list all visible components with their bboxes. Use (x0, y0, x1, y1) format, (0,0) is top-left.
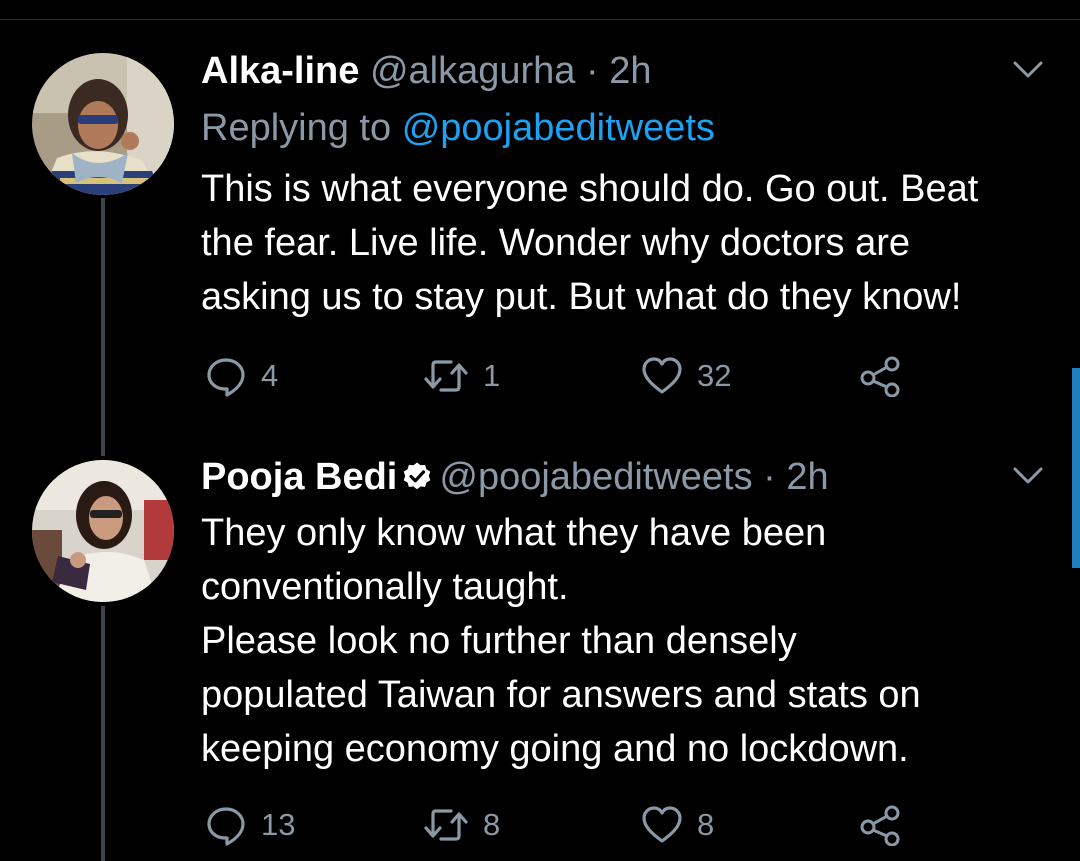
replying-to: Replying to @poojabeditweets (201, 105, 715, 151)
like-count: 8 (697, 807, 715, 842)
action-bar: 13 8 8 (201, 803, 921, 847)
retweet-count: 1 (483, 358, 501, 393)
avatar[interactable] (32, 460, 174, 602)
like-button[interactable]: 32 (641, 354, 731, 398)
tweet[interactable]: Pooja Bedi @poojabeditweets · 2h They on… (0, 430, 1080, 861)
tweet[interactable]: Alka-line @alkagurha · 2h Replying to @p… (0, 0, 1080, 430)
reply-button[interactable]: 4 (205, 354, 278, 398)
share-button[interactable] (859, 354, 901, 398)
reply-icon (207, 358, 245, 397)
retweet-button[interactable]: 1 (423, 354, 500, 398)
like-icon (642, 357, 682, 394)
verified-badge-icon (404, 462, 431, 490)
tweet-text: They only know what they have been conve… (201, 512, 921, 770)
reply-icon (207, 807, 245, 846)
reply-count: 4 (261, 358, 279, 393)
user-handle[interactable]: @alkagurha (370, 50, 575, 92)
separator: · (763, 456, 776, 498)
separator: · (586, 50, 599, 92)
tweet-text: This is what everyone should do. Go out.… (201, 168, 979, 318)
like-button[interactable]: 8 (641, 803, 714, 847)
tweet-header: Alka-line @alkagurha · 2h (201, 48, 652, 94)
retweet-button[interactable]: 8 (423, 803, 500, 847)
user-handle[interactable]: @poojabeditweets (439, 456, 752, 498)
chevron-down-icon[interactable] (1012, 60, 1044, 80)
retweet-icon (424, 360, 468, 392)
replying-prefix: Replying to (201, 107, 392, 149)
avatar[interactable] (32, 53, 174, 195)
mention-link[interactable]: @poojabeditweets (402, 107, 715, 149)
share-icon (860, 805, 900, 846)
share-button[interactable] (859, 803, 901, 847)
timestamp[interactable]: 2h (786, 456, 828, 498)
reply-count: 13 (261, 807, 296, 842)
timestamp[interactable]: 2h (609, 50, 651, 92)
action-bar: 4 1 32 (201, 354, 921, 398)
like-icon (642, 806, 682, 843)
chevron-down-icon[interactable] (1012, 466, 1044, 486)
retweet-icon (424, 809, 468, 841)
share-icon (860, 356, 900, 397)
retweet-count: 8 (483, 807, 501, 842)
display-name[interactable]: Pooja Bedi (201, 456, 397, 498)
display-name[interactable]: Alka-line (201, 50, 359, 92)
reply-button[interactable]: 13 (205, 803, 295, 847)
tweet-header: Pooja Bedi @poojabeditweets · 2h (201, 454, 829, 500)
like-count: 32 (697, 358, 732, 393)
